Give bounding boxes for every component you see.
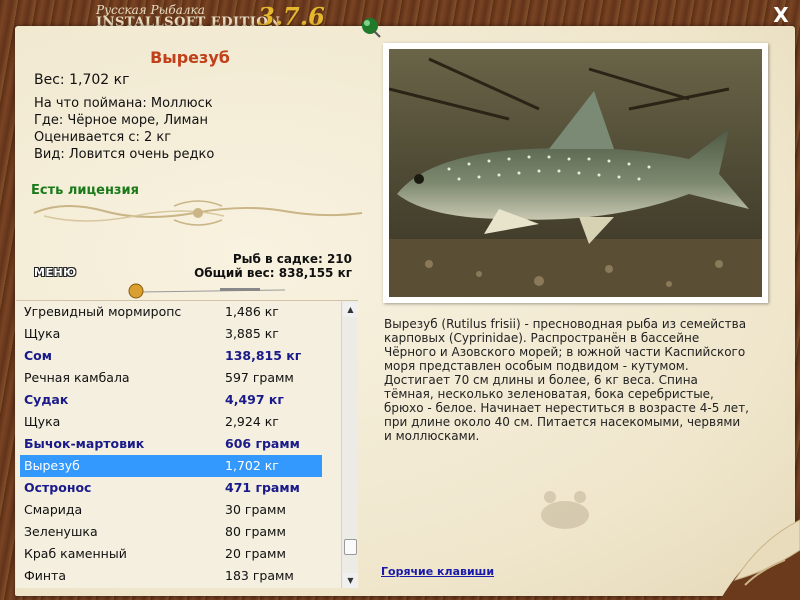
list-item-name: Финта — [24, 568, 66, 583]
list-item[interactable]: Угревидный мормиропс 1,486 кг — [20, 301, 322, 323]
list-item-name: Сом — [24, 348, 52, 363]
page-curl-icon — [720, 519, 800, 600]
list-item-weight: 80 грамм — [225, 524, 286, 539]
list-item-weight: 30 грамм — [225, 502, 286, 517]
list-item-name: Вырезуб — [24, 458, 80, 473]
watermark-icon — [541, 491, 589, 529]
menu-button[interactable]: МЕНЮ — [34, 266, 77, 279]
list-item-weight: 4,497 кг — [225, 392, 284, 407]
fish-description: Вырезуб (Rutilus frisii) - пресноводная … — [384, 317, 749, 443]
list-item-name: Речная камбала — [24, 370, 130, 385]
list-item[interactable]: Бычок-мартовик 606 грамм — [20, 433, 322, 455]
scrollbar[interactable]: ▲ ▼ — [341, 301, 358, 588]
close-icon[interactable]: X — [772, 5, 790, 25]
fish-count: Рыб в садке: 210 — [232, 252, 352, 266]
list-item-weight: 2,924 кг — [225, 414, 279, 429]
scroll-thumb[interactable] — [344, 539, 357, 555]
list-item[interactable]: Щука 3,885 кг — [20, 323, 322, 345]
fish-name: Вырезуб — [150, 48, 230, 67]
fish-location: Где: Чёрное море, Лиман — [34, 113, 208, 128]
scroll-down-icon[interactable]: ▼ — [343, 573, 358, 588]
list-item-weight: 3,885 кг — [225, 326, 279, 341]
list-item-name: Угревидный мормиропс — [24, 304, 182, 319]
list-item-selected[interactable]: Вырезуб 1,702 кг — [20, 455, 322, 477]
list-item[interactable]: Сом 138,815 кг — [20, 345, 322, 367]
fish-photo — [389, 49, 762, 297]
ornament-divider — [33, 200, 363, 226]
scroll-up-icon[interactable]: ▲ — [343, 302, 358, 317]
list-item-weight: 597 грамм — [225, 370, 294, 385]
fish-valued-from: Оценивается с: 2 кг — [34, 130, 172, 145]
fish-photo-frame — [383, 43, 768, 303]
list-item-name: Бычок-мартовик — [24, 436, 145, 451]
list-item-name: Щука — [24, 414, 61, 429]
list-item-name: Остронос — [24, 480, 92, 495]
list-item-name: Судак — [24, 392, 69, 407]
list-item[interactable]: Остронос 471 грамм — [20, 477, 322, 499]
list-item-name: Щука — [24, 326, 61, 341]
fish-info: На что поймана: Моллюск Где: Чёрное море… — [34, 95, 214, 163]
list-item-name: Краб каменный — [24, 546, 127, 561]
list-item-weight: 1,486 кг — [225, 304, 279, 319]
list-item[interactable]: Финта 183 грамм — [20, 565, 322, 587]
total-weight: Общий вес: 838,155 кг — [194, 266, 352, 280]
list-item[interactable]: Речная камбала 597 грамм — [20, 367, 322, 389]
list-item[interactable]: Судак 4,497 кг — [20, 389, 322, 411]
list-item-weight: 606 грамм — [225, 436, 300, 451]
list-item[interactable]: Смарида 30 грамм — [20, 499, 322, 521]
fish-weight: Вес: 1,702 кг — [34, 72, 130, 88]
fish-rarity: Вид: Ловится очень редко — [34, 147, 215, 162]
list-item-weight: 20 грамм — [225, 546, 286, 561]
fish-bait: На что поймана: Моллюск — [34, 96, 213, 111]
pin-icon — [362, 18, 381, 38]
list-item[interactable]: Зеленушка 80 грамм — [20, 521, 322, 543]
catch-stats: Рыб в садке: 210 Общий вес: 838,155 кг — [194, 252, 352, 280]
hotkeys-link[interactable]: Горячие клавиши — [381, 565, 494, 578]
catch-list[interactable]: Угревидный мормиропс 1,486 кг Щука 3,885 кг… — [16, 300, 358, 588]
list-item-weight: 183 грамм — [225, 568, 294, 583]
list-item-name: Смарида — [24, 502, 83, 517]
list-item-weight: 138,815 кг — [225, 348, 302, 363]
list-item-weight: 1,702 кг — [225, 458, 279, 473]
float-icon — [128, 283, 286, 299]
list-item-weight: 471 грамм — [225, 480, 300, 495]
list-item[interactable]: Щука 2,924 кг — [20, 411, 322, 433]
list-item[interactable]: Краб каменный 20 грамм — [20, 543, 322, 565]
list-item-name: Зеленушка — [24, 524, 98, 539]
